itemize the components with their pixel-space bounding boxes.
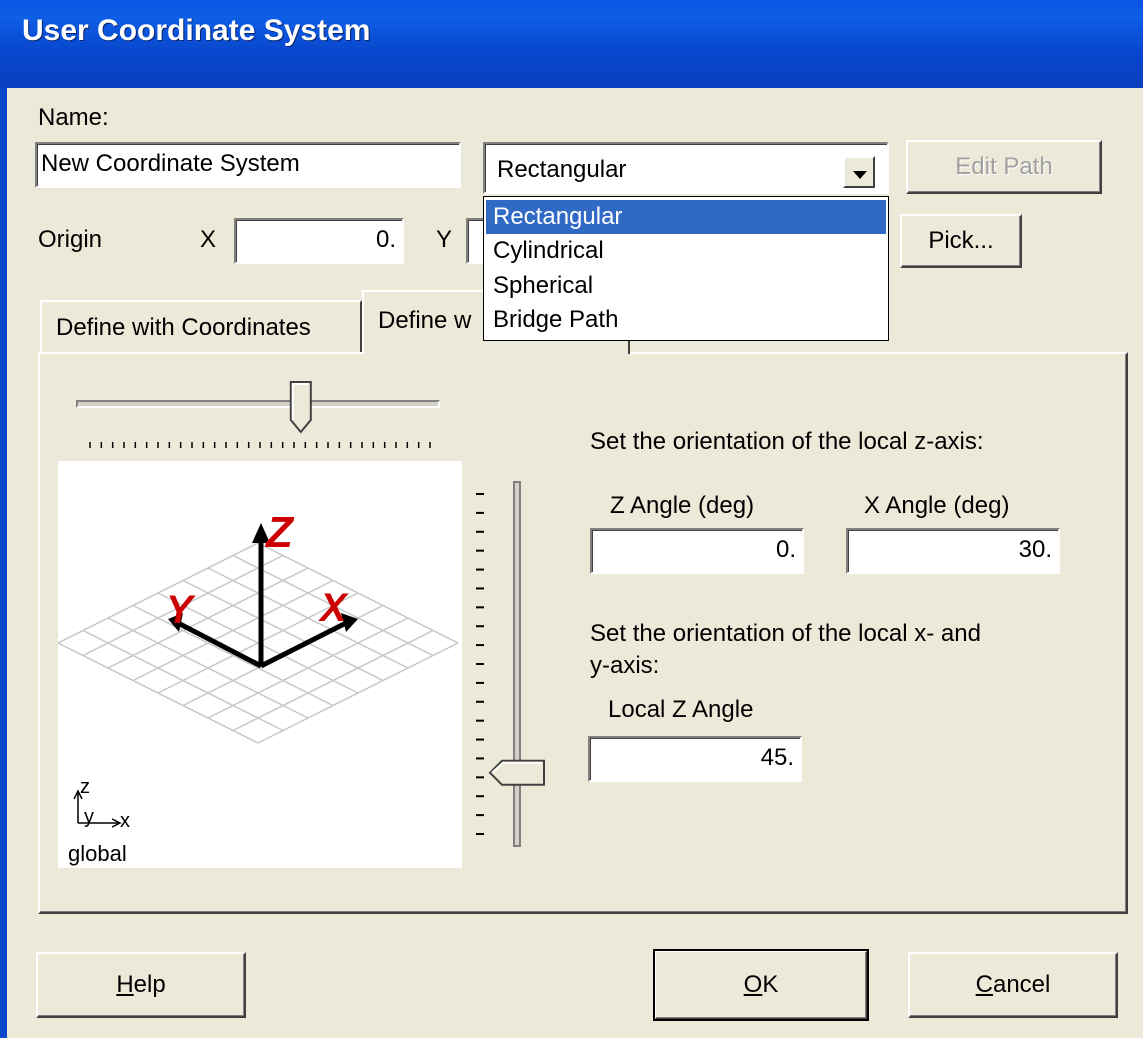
dropdown-option-bridge-path[interactable]: Bridge Path (486, 303, 886, 337)
local-z-angle-input[interactable]: 45. (588, 736, 802, 782)
coordinate-type-select[interactable]: Rectangular (483, 142, 889, 194)
pick-button[interactable]: Pick... (900, 214, 1022, 268)
z-angle-input[interactable]: 0. (590, 528, 804, 574)
origin-x-input[interactable]: 0. (234, 218, 404, 264)
coordinate-type-dropdown-list: Rectangular Cylindrical Spherical Bridge… (483, 196, 889, 341)
ok-label: OK (743, 971, 779, 998)
tab-define-with-coordinates[interactable]: Define with Coordinates (40, 300, 362, 352)
xy-axis-heading-line2: y-axis: (590, 652, 660, 679)
vertical-slider-track (513, 481, 521, 847)
origin-x-label: X (200, 226, 217, 253)
pick-label: Pick... (928, 227, 994, 254)
tab-define-with-angles-label: Define w (378, 307, 472, 334)
dropdown-option-rectangular[interactable]: Rectangular (486, 200, 886, 234)
z-angle-label: Z Angle (deg) (610, 492, 755, 519)
origin-label: Origin (38, 226, 103, 253)
accelerator-key: C (975, 971, 993, 998)
global-z-label: z (80, 776, 90, 798)
axis-preview: ZX Yzy x global (58, 461, 462, 868)
global-y-label: y (84, 806, 94, 828)
help-label: Help (116, 971, 166, 998)
accelerator-key: H (116, 971, 134, 998)
horizontal-slider[interactable] (60, 376, 460, 452)
x-angle-value: 30. (1018, 536, 1052, 563)
local-z-angle-value: 45. (760, 744, 794, 771)
dropdown-arrow-button[interactable] (843, 156, 875, 188)
origin-y-label: Y (436, 226, 453, 253)
help-button[interactable]: Help (36, 952, 246, 1018)
name-input-value: New Coordinate System (41, 150, 300, 177)
name-input[interactable]: New Coordinate System (35, 142, 461, 188)
x-angle-input[interactable]: 30. (846, 528, 1060, 574)
name-label: Name: (38, 104, 109, 131)
edit-path-label: Edit Path (955, 153, 1053, 180)
x-angle-label: X Angle (deg) (864, 492, 1010, 519)
z-axis-heading: Set the orientation of the local z-axis: (590, 428, 984, 455)
dropdown-option-cylindrical[interactable]: Cylindrical (486, 234, 886, 268)
axis-preview-drawing: ZX Yzy x (58, 508, 459, 832)
dropdown-option-spherical[interactable]: Spherical (486, 269, 886, 303)
coordinate-type-value: Rectangular (497, 156, 627, 183)
cancel-label: Cancel (975, 971, 1051, 998)
tab-define-with-coordinates-label: Define with Coordinates (56, 314, 311, 341)
global-label: global (68, 841, 127, 866)
global-x-label: x (120, 810, 130, 832)
chevron-down-icon (853, 171, 867, 179)
vertical-slider-thumb (488, 759, 545, 786)
y-axis-label: Y (166, 588, 196, 632)
window-title: User Coordinate System (22, 14, 371, 47)
window-frame-left (0, 88, 7, 1038)
ok-button[interactable]: OK (653, 949, 869, 1021)
z-axis-label: Z (264, 508, 295, 557)
z-angle-value: 0. (775, 536, 796, 563)
cancel-button[interactable]: Cancel (908, 952, 1118, 1018)
vertical-slider[interactable] (466, 476, 556, 852)
local-z-angle-label: Local Z Angle (608, 696, 754, 723)
x-axis-label: X (318, 586, 349, 630)
edit-path-button[interactable]: Edit Path (906, 140, 1102, 194)
origin-x-value: 0. (375, 226, 396, 253)
accelerator-key: O (743, 971, 763, 998)
xy-axis-heading-line1: Set the orientation of the local x- and (590, 620, 981, 647)
